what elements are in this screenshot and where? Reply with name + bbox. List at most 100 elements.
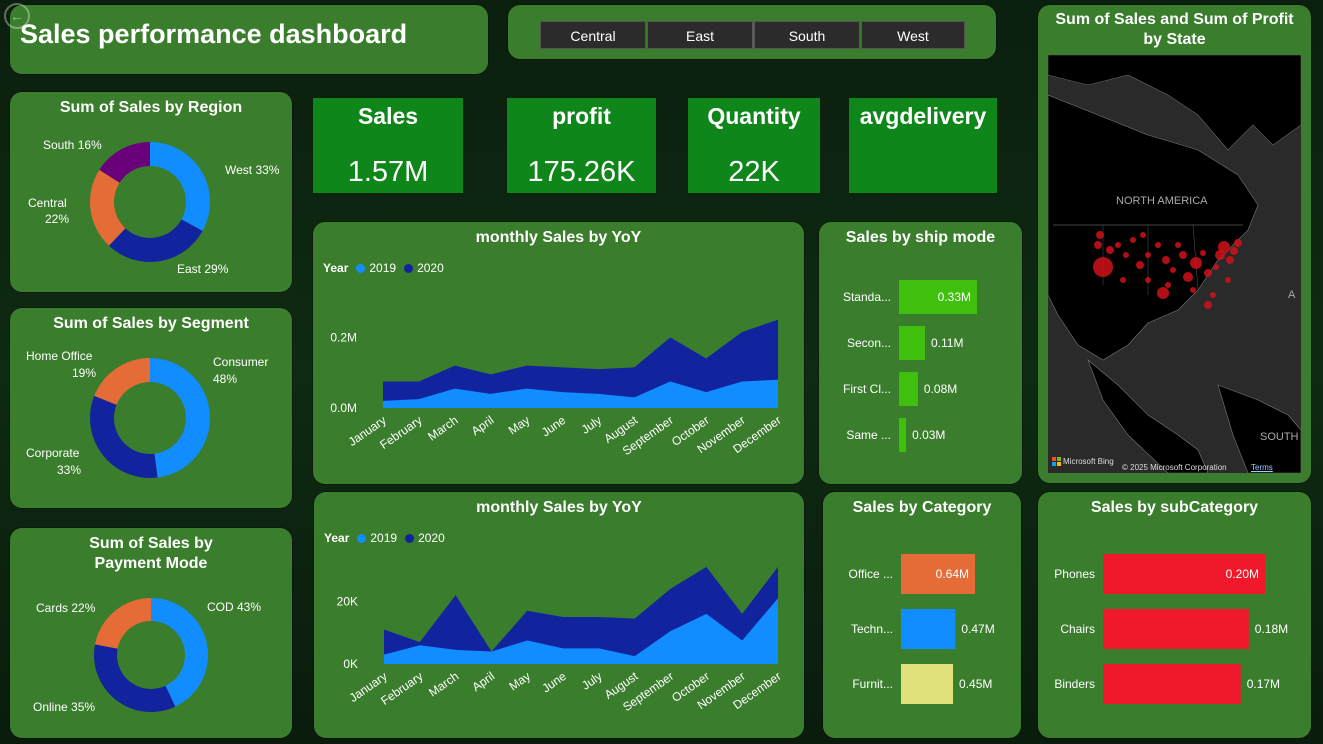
map-card[interactable]: Sum of Sales and Sum of Profit by State … [1038,5,1311,483]
map-bubble[interactable] [1200,250,1206,256]
kpi-sales: Sales 1.57M [313,98,463,193]
bing-logo: Microsoft Bing [1052,457,1114,466]
map-label-na: NORTH AMERICA [1116,195,1208,207]
donut-slice-corporate[interactable] [90,395,158,478]
bar-value-label: 0.08M [924,382,957,396]
shipmode-chart-card[interactable]: Sales by ship mode Standa... 0.33M Secon..… [819,222,1022,484]
monthly-sales-card[interactable]: monthly Sales by YoY Year 2019 2020 0.0M… [313,222,804,484]
map-bubble[interactable] [1123,252,1129,258]
map-bubble[interactable] [1179,251,1187,259]
map-bubble[interactable] [1157,287,1169,299]
bar-value-label: 0.33M [938,290,971,304]
segment-chart-card[interactable]: Sum of Sales by Segment Consumer 48% Cor… [10,308,292,508]
payment-donut[interactable] [84,588,218,722]
slice-label-cod: COD 43% [207,600,262,614]
map-bubble[interactable] [1210,292,1216,298]
subcategory-chart-card[interactable]: Sales by subCategory Phones 0.20M Chairs 0.… [1038,492,1311,738]
map-terms-link[interactable]: Terms [1251,463,1273,472]
donut-slice-west[interactable] [150,142,211,231]
x-tick-label: May [506,413,533,437]
bar[interactable] [901,609,956,649]
map-bubble[interactable] [1093,257,1113,277]
bing-text: Microsoft Bing [1063,457,1114,466]
slice-label-central: Central [28,196,67,210]
bar[interactable] [899,372,918,406]
donut-slice-home-office[interactable] [94,358,150,405]
slicer-east[interactable]: East [647,21,753,49]
map-bubble[interactable] [1175,242,1181,248]
state-map[interactable]: NORTH AMERICA SOUTH A Microsoft Bing © 2… [1048,55,1301,473]
map-bubble[interactable] [1096,231,1104,239]
x-tick-label: April [469,669,497,694]
region-chart-card[interactable]: Sum of Sales by Region West 33% East 29%… [10,92,292,292]
map-bubble[interactable] [1130,237,1136,243]
slicer-west[interactable]: West [861,21,965,49]
bar-category-label: Techn... [851,622,893,636]
segment-donut[interactable] [80,348,220,488]
map-bubbles[interactable] [1048,55,1301,473]
payment-chart-card[interactable]: Sum of Sales by Payment Mode COD 43% Onl… [10,528,292,738]
x-tick-label: March [426,669,461,700]
map-bubble[interactable] [1190,257,1202,269]
chart-title: Sum of Sales by Payment Mode [89,535,213,572]
bar-category-label: Furnit... [852,677,893,691]
map-bubble[interactable] [1115,242,1121,248]
map-bubble[interactable] [1204,269,1212,277]
slicer-south[interactable]: South [754,21,860,49]
map-bubble[interactable] [1140,232,1146,238]
legend-dot-2020 [405,533,415,543]
page-title: Sales performance dashboard [20,19,408,49]
map-bubble[interactable] [1145,252,1151,258]
bar[interactable] [899,418,907,452]
legend-item-2020: 2020 [417,261,444,275]
chart-legend: Year 2019 2020 [323,261,444,275]
slicer-central[interactable]: Central [540,21,646,49]
map-bubble[interactable] [1145,277,1151,283]
map-bubble[interactable] [1094,241,1102,249]
region-donut[interactable] [80,132,220,272]
monthly-quantity-area-chart[interactable]: 0K20KJanuaryFebruary March April May June Jul… [314,552,804,738]
bar[interactable] [901,664,954,704]
bar-value-label: 0.03M [912,428,945,442]
map-bubble[interactable] [1218,241,1230,253]
map-bubble[interactable] [1165,282,1171,288]
subcategory-bar-chart[interactable]: Phones 0.20M Chairs 0.18M Binders 0.17M [1038,542,1311,732]
map-bubble[interactable] [1225,277,1231,283]
y-tick-label: 20K [337,594,358,608]
category-bar-chart[interactable]: Office ... 0.64M Techn... 0.47M Furnit... 0.4… [823,542,1021,732]
donut-slice-consumer[interactable] [150,358,211,478]
bar[interactable] [899,326,925,360]
title-card: ← Sales performance dashboard [4,3,488,74]
bar-value-label: 0.11M [931,336,963,350]
map-bubble[interactable] [1213,264,1219,270]
bar[interactable] [1103,609,1249,649]
legend-title: Year [323,261,349,275]
map-bubble[interactable] [1136,261,1144,269]
donut-slice-east[interactable] [108,219,203,262]
bar[interactable] [1103,664,1241,704]
y-tick-label: 0.2M [330,330,357,344]
monthly-quantity-card[interactable]: monthly Sales by YoY Year 2019 2020 0K 20… [314,492,804,738]
map-bubble[interactable] [1190,287,1196,293]
legend-item-2019: 2019 [369,261,397,275]
map-bubble[interactable] [1170,267,1176,273]
map-bubble[interactable] [1204,301,1212,309]
map-bubble[interactable] [1230,247,1238,255]
map-bubble[interactable] [1183,272,1193,282]
category-chart-card[interactable]: Sales by Category Office ... 0.64M Techn..… [823,492,1021,738]
shipmode-bar-chart[interactable]: Standa... 0.33M Secon... 0.11M First Cl... 0.… [819,272,1022,472]
slice-label-south: South 16% [43,138,102,152]
map-copyright: © 2025 Microsoft Corporation [1122,463,1227,472]
bar-category-label: Binders [1054,677,1095,691]
map-bubble[interactable] [1226,256,1234,264]
donut-slice-cards[interactable] [95,598,151,649]
map-bubble[interactable] [1234,239,1242,247]
donut-slice-online[interactable] [94,644,176,712]
map-bubble[interactable] [1155,242,1161,248]
monthly-sales-area-chart[interactable]: 0.0M0.2MJanuaryFebruary March April May June… [313,282,804,482]
map-bubble[interactable] [1106,246,1114,254]
y-tick-label: 0.0M [330,401,357,415]
slice-label-consumer-pct: 48% [213,372,238,386]
map-bubble[interactable] [1162,256,1170,264]
map-bubble[interactable] [1120,277,1126,283]
